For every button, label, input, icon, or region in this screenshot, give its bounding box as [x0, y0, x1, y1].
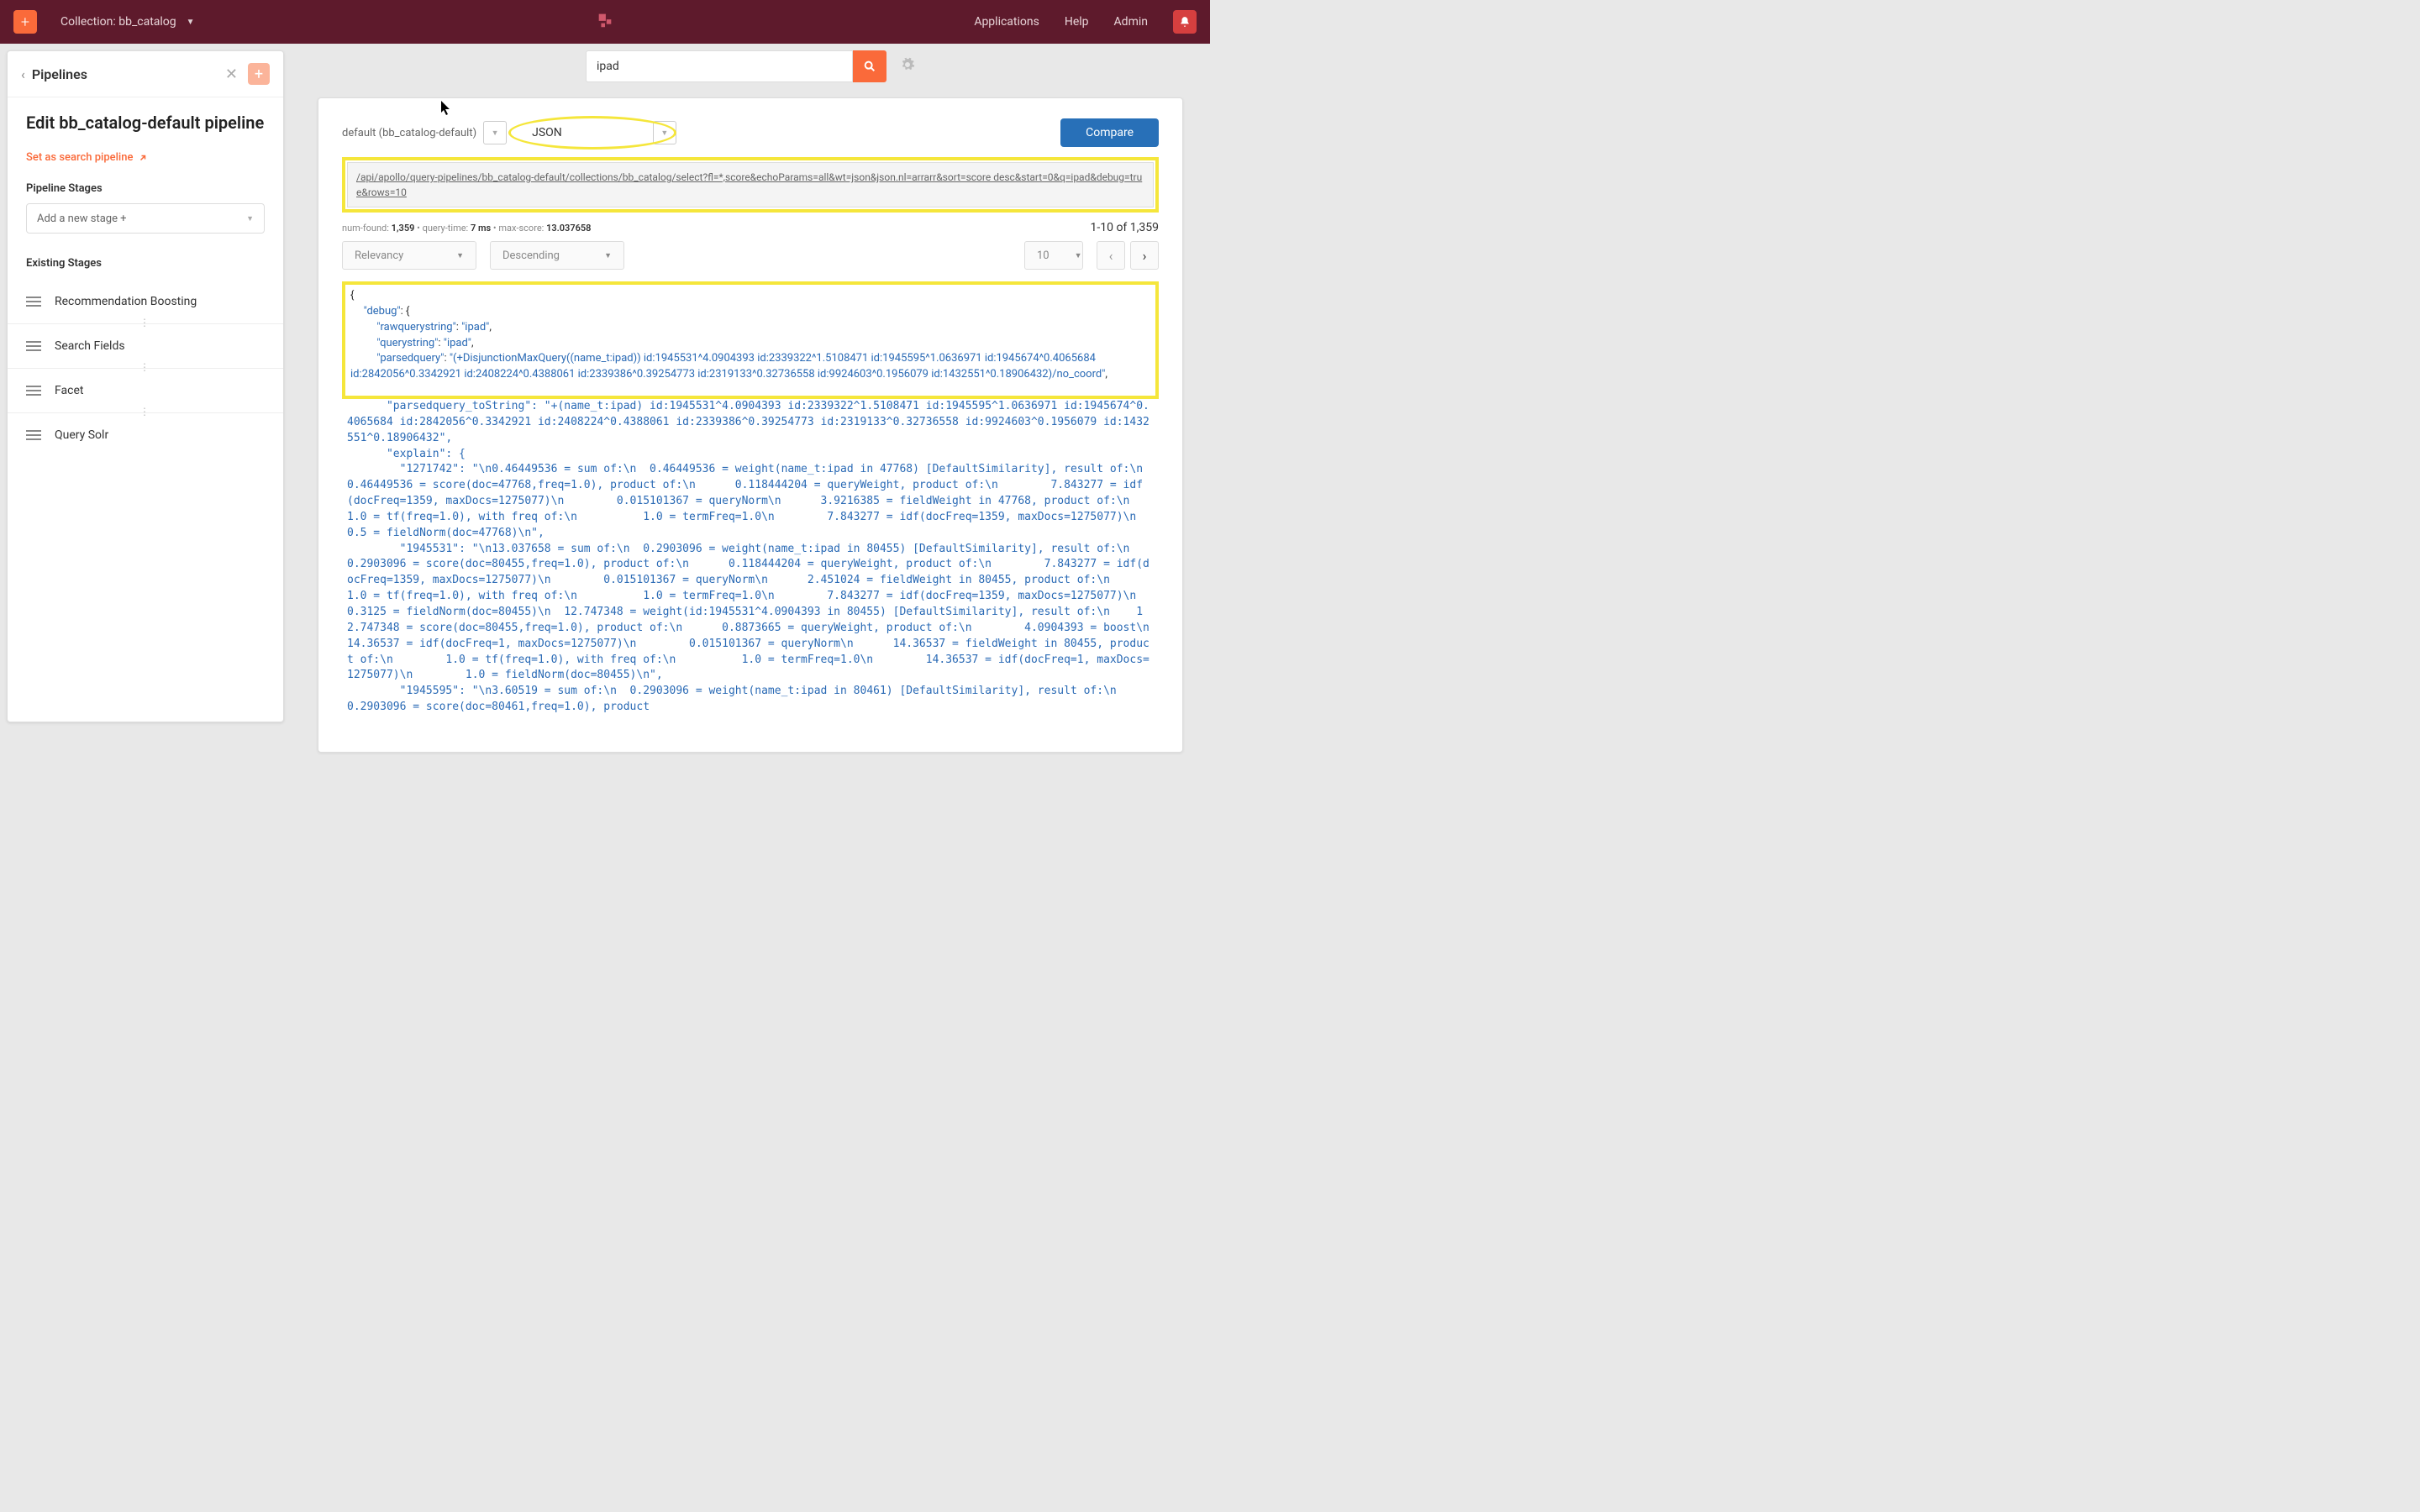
- page-size-select[interactable]: 10 ▼: [1024, 241, 1083, 270]
- stats-row: num-found: 1,359 • query-time: 7 ms • ma…: [342, 221, 1159, 234]
- new-button[interactable]: +: [13, 10, 37, 34]
- json-key: "querystring": [376, 337, 438, 349]
- stage-label: Query Solr: [55, 428, 108, 442]
- compare-button[interactable]: Compare: [1060, 118, 1159, 147]
- sort-order-select[interactable]: Descending ▼: [490, 241, 624, 270]
- chevron-down-icon: ▼: [604, 251, 612, 260]
- external-link-icon: [138, 153, 148, 163]
- stage-label: Recommendation Boosting: [55, 295, 197, 308]
- filter-row: Relevancy ▼ Descending ▼ 10 ▼ ‹ ›: [342, 241, 1159, 270]
- json-response-highlight: { "debug": { "rawquerystring": "ipad", "…: [342, 281, 1159, 399]
- sort-order-label: Descending: [502, 249, 560, 262]
- main: default (bb_catalog-default) ▼ JSON ▼ Co…: [297, 50, 1203, 756]
- chevron-down-icon[interactable]: ▼: [187, 18, 195, 27]
- json-key: "debug": [364, 305, 401, 318]
- drag-handle-icon[interactable]: [26, 341, 41, 351]
- search-button[interactable]: [853, 50, 886, 82]
- chevron-down-icon: ▼: [456, 251, 464, 260]
- next-page-button[interactable]: ›: [1130, 241, 1159, 270]
- format-label: JSON: [532, 126, 562, 139]
- settings-button[interactable]: [900, 57, 915, 76]
- sidebar: ‹ Pipelines ✕ + Edit bb_catalog-default …: [7, 50, 284, 722]
- sort-field-label: Relevancy: [355, 249, 403, 262]
- chevron-down-icon[interactable]: ▼: [653, 121, 676, 144]
- gear-icon: [900, 57, 915, 72]
- query-time-label: query-time:: [423, 223, 469, 234]
- add-stage-placeholder: Add a new stage +: [37, 213, 127, 225]
- api-url-highlight: /api/apollo/query-pipelines/bb_catalog-d…: [342, 157, 1159, 213]
- pipeline-stages-label: Pipeline Stages: [26, 182, 265, 195]
- json-value: "ipad": [444, 337, 471, 349]
- drag-handle-icon[interactable]: [26, 297, 41, 307]
- sidebar-header: ‹ Pipelines ✕ +: [8, 51, 283, 97]
- json-value: "ipad": [461, 321, 489, 333]
- pipeline-select-label: default (bb_catalog-default): [342, 127, 476, 139]
- json-value: "(+DisjunctionMaxQuery((name_t:ipad)) id…: [350, 352, 1105, 381]
- set-search-pipeline-link[interactable]: Set as search pipeline: [26, 151, 148, 164]
- back-icon[interactable]: ‹: [21, 66, 25, 82]
- existing-stages-label: Existing Stages: [26, 257, 265, 270]
- nav-applications[interactable]: Applications: [974, 15, 1039, 29]
- bell-icon: [1179, 16, 1191, 28]
- pipeline-edit-title: Edit bb_catalog-default pipeline: [26, 113, 265, 133]
- format-select[interactable]: JSON ▼: [522, 121, 676, 144]
- collection-label[interactable]: Collection: bb_catalog: [60, 15, 176, 29]
- topbar: + Collection: bb_catalog ▼ Applications …: [0, 0, 1210, 44]
- close-icon[interactable]: ✕: [225, 66, 238, 83]
- search-row: [297, 50, 1203, 82]
- search-input[interactable]: [586, 50, 853, 82]
- page-size-label: 10: [1037, 249, 1050, 262]
- json-key: "parsedquery": [376, 352, 444, 365]
- json-response-body: "parsedquery_toString": "+(name_t:ipad) …: [342, 399, 1159, 752]
- results-card: default (bb_catalog-default) ▼ JSON ▼ Co…: [318, 97, 1183, 753]
- top-controls: default (bb_catalog-default) ▼ JSON ▼ Co…: [342, 112, 1159, 147]
- stage-label: Search Fields: [55, 339, 125, 353]
- chevron-down-icon[interactable]: ▼: [483, 121, 507, 144]
- pager: ‹ ›: [1097, 241, 1159, 270]
- drag-handle-icon[interactable]: [26, 386, 41, 396]
- max-score-label: max-score:: [498, 223, 544, 234]
- nav-admin[interactable]: Admin: [1114, 15, 1148, 29]
- sidebar-title: Pipelines: [32, 66, 225, 82]
- prev-page-button[interactable]: ‹: [1097, 241, 1125, 270]
- query-time-value: 7 ms: [471, 223, 491, 234]
- add-pipeline-button[interactable]: +: [248, 63, 270, 85]
- max-score-value: 13.037658: [546, 223, 591, 234]
- num-found-label: num-found:: [342, 223, 389, 234]
- notifications-button[interactable]: [1173, 10, 1197, 34]
- num-found-value: 1,359: [392, 223, 415, 234]
- brand-logo: [596, 11, 614, 33]
- chevron-down-icon: ▼: [246, 214, 254, 223]
- set-search-pipeline-label: Set as search pipeline: [26, 151, 133, 164]
- search-icon: [863, 60, 876, 73]
- sort-field-select[interactable]: Relevancy ▼: [342, 241, 476, 270]
- api-url[interactable]: /api/apollo/query-pipelines/bb_catalog-d…: [347, 162, 1154, 207]
- nav-help[interactable]: Help: [1065, 15, 1089, 29]
- json-key: "rawquerystring": [376, 321, 455, 333]
- pipeline-select[interactable]: default (bb_catalog-default) ▼: [342, 121, 507, 144]
- result-range: 1-10 of 1,359: [1091, 221, 1160, 234]
- stage-label: Facet: [55, 384, 83, 397]
- stage-item[interactable]: Query Solr: [26, 413, 265, 457]
- chevron-down-icon: ▼: [1075, 251, 1082, 260]
- add-stage-select[interactable]: Add a new stage + ▼: [26, 203, 265, 234]
- drag-handle-icon[interactable]: [26, 430, 41, 440]
